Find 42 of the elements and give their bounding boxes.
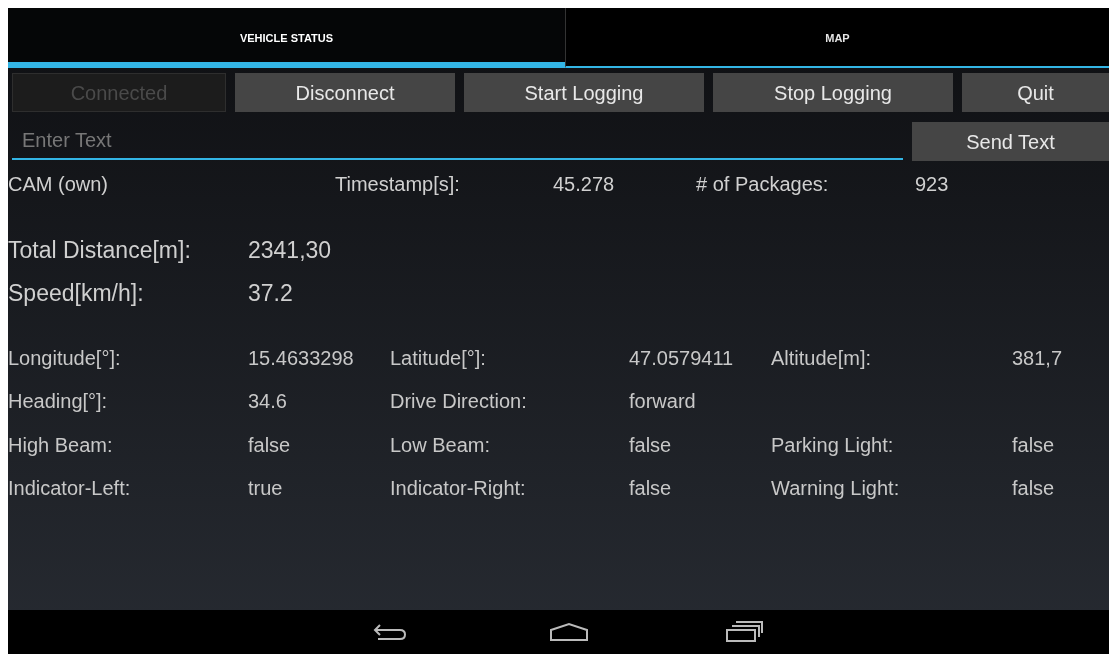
field-value: false xyxy=(1012,432,1056,458)
field-value: forward xyxy=(629,389,697,415)
field-label: Timestamp[s]: xyxy=(335,172,461,197)
field-label: Longitude[°]: xyxy=(8,345,122,371)
field-label: Altitude[m]: xyxy=(771,345,873,371)
field-value: 923 xyxy=(915,172,950,197)
field-label: High Beam: xyxy=(8,432,114,458)
field-value: false xyxy=(248,432,292,458)
field-label: Indicator-Right: xyxy=(390,476,527,502)
section-title: CAM (own) xyxy=(8,172,109,197)
field-value: 2341,30 xyxy=(248,236,333,266)
field-value: 34.6 xyxy=(248,389,288,415)
field-value: false xyxy=(629,476,673,502)
field-label: Parking Light: xyxy=(771,432,895,458)
field-label: Speed[km/h]: xyxy=(8,279,145,309)
field-label: Indicator-Left: xyxy=(8,476,132,502)
field-value: 37.2 xyxy=(248,279,294,309)
tab[interactable]: MAP xyxy=(565,8,1109,68)
text-input[interactable]: Enter Text xyxy=(12,123,903,160)
field-label: Low Beam: xyxy=(390,432,492,458)
field-label: Warning Light: xyxy=(771,476,901,502)
field-value: false xyxy=(1012,476,1056,502)
toolbar-button[interactable]: Stop Logging xyxy=(713,73,953,112)
field-value: 47.0579411 xyxy=(629,345,735,371)
field-label: # of Packages: xyxy=(696,172,830,197)
recent-apps-icon[interactable] xyxy=(725,621,763,643)
tab[interactable]: VEHICLE STATUS xyxy=(8,8,565,68)
field-label: Total Distance[m]: xyxy=(8,236,192,266)
back-icon[interactable] xyxy=(372,622,408,642)
field-label: Heading[°]: xyxy=(8,389,109,415)
field-value: 381,7 xyxy=(1012,345,1064,371)
send-text-button[interactable]: Send Text xyxy=(912,122,1109,161)
field-value: 15.4633298 xyxy=(248,345,355,371)
home-icon[interactable] xyxy=(549,622,589,642)
field-label: Drive Direction: xyxy=(390,389,528,415)
field-value: true xyxy=(248,476,284,502)
field-value: 45.278 xyxy=(553,172,616,197)
toolbar-button[interactable]: Quit xyxy=(962,73,1109,112)
field-label: Latitude[°]: xyxy=(390,345,487,371)
toolbar-button[interactable]: Start Logging xyxy=(464,73,704,112)
toolbar-button[interactable]: Disconnect xyxy=(235,73,455,112)
field-value: false xyxy=(629,432,673,458)
